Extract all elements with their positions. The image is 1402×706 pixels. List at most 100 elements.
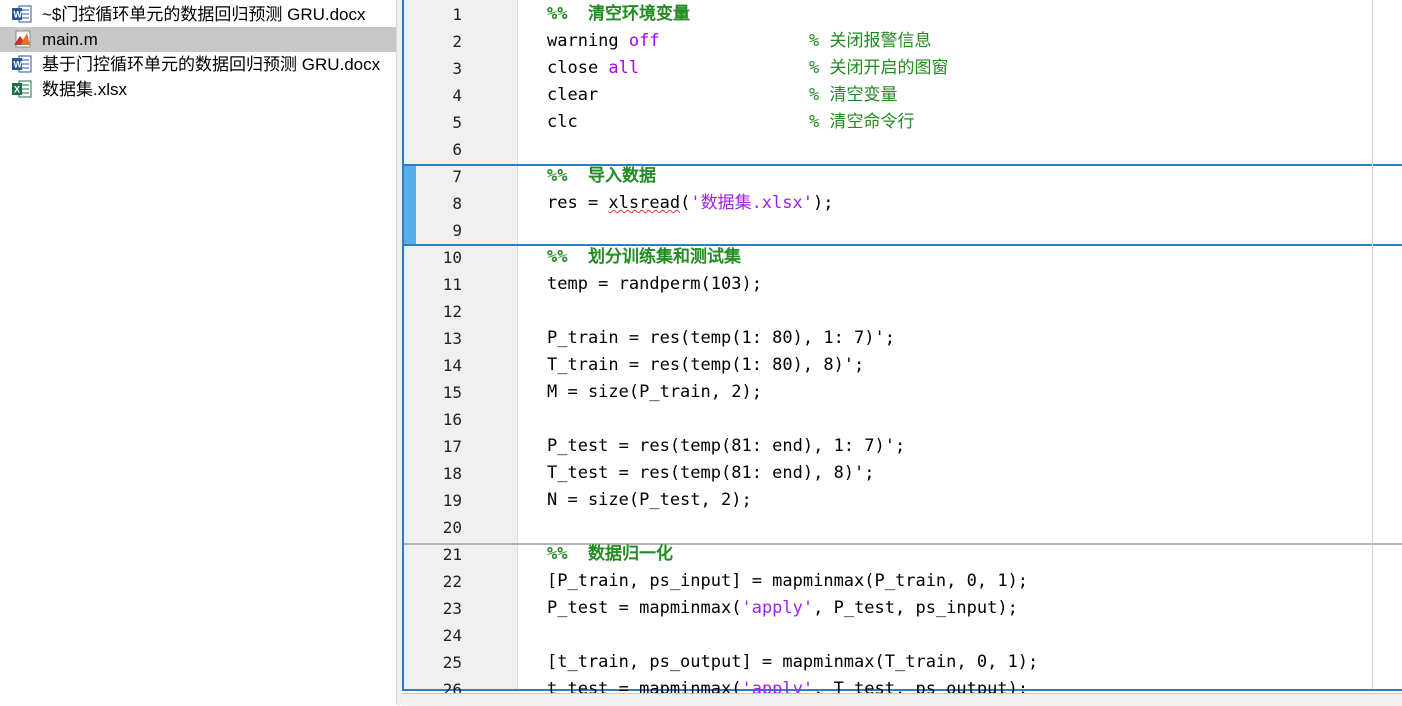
matlab-script-icon [14,30,31,48]
cell-title: %% 数据归一化 [547,544,673,564]
file-item-main-m[interactable]: main.m [0,27,396,52]
inline-comment: % 清空变量 [809,85,898,105]
code-line[interactable]: P_test = mapminmax('apply', P_test, ps_i… [547,595,1367,622]
keyword: off [628,31,660,51]
active-cell-indicator [404,166,416,244]
current-folder-panel: W ~$门控循环单元的数据回归预测 GRU.docx main.m W 基于门控… [0,0,396,705]
code-line[interactable]: %% 划分训练集和测试集 [547,244,1367,271]
line-number: 21 [442,545,462,564]
line-number: 23 [442,599,462,618]
code-line[interactable]: M = size(P_train, 2); [547,379,1367,406]
line-number: 22 [442,572,462,591]
line-number: 3 [452,59,462,78]
line-number: 7 [452,167,462,186]
cell-title: %% 导入数据 [547,166,656,186]
line-number: 18 [442,464,462,483]
code-line[interactable]: %% 导入数据 [547,163,1367,190]
code-text: T_train = res(temp(1: 80), 8)'; [547,355,865,375]
code-line[interactable]: P_train = res(temp(1: 80), 1: 7)'; [547,325,1367,352]
code-line[interactable]: warning off % 关闭报警信息 [547,28,1367,55]
code-text: P_train = res(temp(1: 80), 1: 7)'; [547,328,895,348]
file-item-dataset-xlsx[interactable]: X 数据集.xlsx [0,77,396,102]
code-line[interactable]: %% 清空环境变量 [547,1,1367,28]
code-text: [t_train, ps_output] = mapminmax(T_train… [547,652,1039,672]
line-number: 19 [442,491,462,510]
right-text-limit-line [1372,0,1373,689]
line-number: 14 [442,356,462,375]
code-line[interactable]: %% 数据归一化 [547,541,1367,568]
line-number: 9 [452,221,462,240]
line-number: 16 [442,410,462,429]
code-text: close [547,58,609,78]
inline-comment: % 关闭报警信息 [809,31,932,51]
file-name: ~$门控循环单元的数据回归预测 GRU.docx [42,5,366,24]
line-number: 6 [452,140,462,159]
code-line[interactable] [547,136,1367,163]
code-line[interactable] [547,217,1367,244]
cell-title: %% 清空环境变量 [547,4,690,24]
code-text: clear [547,85,599,105]
inline-comment: % 关闭开启的图窗 [809,58,949,78]
line-number: 15 [442,383,462,402]
code-line[interactable] [547,298,1367,325]
line-number: 1 [452,5,462,24]
code-line[interactable]: T_test = res(temp(81: end), 8)'; [547,460,1367,487]
word-doc-icon: W [12,55,32,73]
code-text: temp = randperm(103); [547,274,762,294]
line-number: 13 [442,329,462,348]
keyword: all [608,58,640,78]
code-text: P_test = mapminmax( [547,598,742,618]
code-text: P_test = res(temp(81: end), 1: 7)'; [547,436,906,456]
line-number: 24 [442,626,462,645]
code-warning-underline: xlsread [608,193,681,213]
word-doc-icon: W [12,5,32,23]
line-number: 11 [442,275,462,294]
code-line[interactable]: clc % 清空命令行 [547,109,1367,136]
code-text: clc [547,112,578,132]
code-line[interactable]: res = xlsread('数据集.xlsx'); [547,190,1367,217]
inline-comment: % 清空命令行 [809,112,915,132]
code-text: T_test = res(temp(81: end), 8)'; [547,463,875,483]
cell-title: %% 划分训练集和测试集 [547,247,741,267]
code-line[interactable]: [P_train, ps_input] = mapminmax(P_train,… [547,568,1367,595]
file-name: 基于门控循环单元的数据回归预测 GRU.docx [42,55,381,74]
string-literal: 'apply' [741,598,814,618]
file-name: 数据集.xlsx [42,80,127,99]
code-line[interactable]: clear % 清空变量 [547,82,1367,109]
code-text: warning [547,31,629,51]
code-line[interactable] [547,406,1367,433]
code-text: res = [547,193,609,213]
line-number: 10 [442,248,462,267]
code-text: [P_train, ps_input] = mapminmax(P_train,… [547,571,1029,591]
line-number: 12 [442,302,462,321]
line-number: 20 [442,518,462,537]
line-number: 25 [442,653,462,672]
code-line[interactable]: T_train = res(temp(1: 80), 8)'; [547,352,1367,379]
file-item-temp-docx[interactable]: W ~$门控循环单元的数据回归预测 GRU.docx [0,2,396,27]
code-line[interactable] [547,514,1367,541]
code-text: ( [680,193,691,213]
status-bar [402,693,1402,706]
code-line[interactable]: close all % 关闭开启的图窗 [547,55,1367,82]
svg-text:W: W [14,10,23,20]
code-text: N = size(P_test, 2); [547,490,752,510]
code-line[interactable]: P_test = res(temp(81: end), 1: 7)'; [547,433,1367,460]
file-item-gru-docx[interactable]: W 基于门控循环单元的数据回归预测 GRU.docx [0,52,396,77]
code-text: , P_test, ps_input); [813,598,1018,618]
line-number: 17 [442,437,462,456]
file-name: main.m [42,30,98,49]
svg-text:W: W [14,60,23,70]
svg-text:X: X [14,85,20,95]
code-line[interactable] [547,622,1367,649]
excel-file-icon: X [12,80,32,98]
code-line[interactable]: [t_train, ps_output] = mapminmax(T_train… [547,649,1367,676]
line-number: 2 [452,32,462,51]
code-editor[interactable]: 1 %% 清空环境变量 2 warning off % 关闭报警信息 3 close all… [402,0,1402,705]
code-line[interactable]: temp = randperm(103); [547,271,1367,298]
code-line[interactable]: N = size(P_test, 2); [547,487,1367,514]
code-text: M = size(P_train, 2); [547,382,762,402]
string-literal: '数据集.xlsx' [690,193,813,213]
line-number: 5 [452,113,462,132]
code-text: ); [812,193,834,213]
line-number: 4 [452,86,462,105]
